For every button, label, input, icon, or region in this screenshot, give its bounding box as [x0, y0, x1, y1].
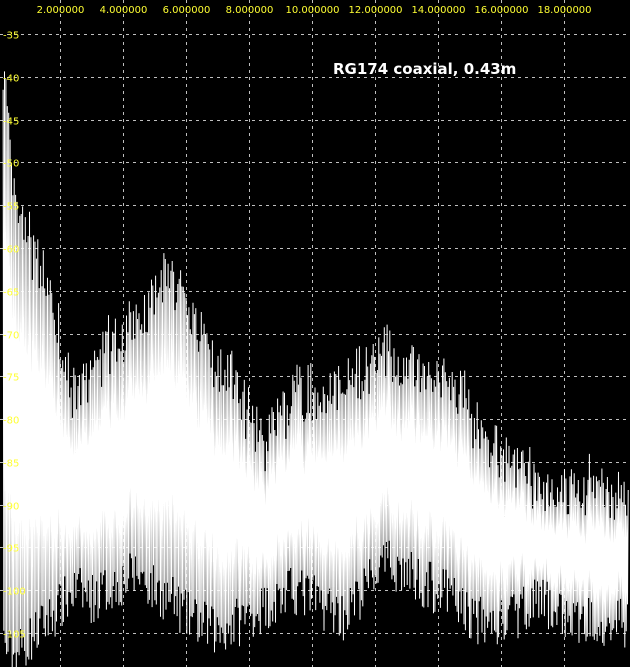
y-tick-label: -40 [3, 74, 19, 85]
x-tick-label: 14.000000 [411, 5, 465, 16]
x-tick-label: 6.000000 [163, 5, 211, 16]
y-tick-label: -80 [3, 416, 19, 427]
y-tick-label: -45 [3, 117, 19, 128]
x-tick-label: 12.000000 [348, 5, 402, 16]
y-tick-label: -65 [3, 288, 19, 299]
spectrum-chart: 2.000000 4.000000 6.000000 8.000000 10.00000… [0, 0, 630, 667]
y-tick-label: -50 [3, 159, 19, 170]
x-tick-label: 8.000000 [226, 5, 274, 16]
y-tick-label: -60 [3, 245, 19, 256]
x-tick-labels: 2.000000 4.000000 6.000000 8.000000 10.00000… [37, 5, 592, 16]
y-tick-label: -95 [3, 544, 19, 555]
y-tick-label: -85 [3, 459, 19, 470]
x-tick-label: 18.000000 [537, 5, 591, 16]
y-tick-label: -75 [3, 373, 19, 384]
y-tick-label: -105 [3, 630, 26, 641]
x-tick-label: 10.000000 [285, 5, 339, 16]
chart-title: RG174 coaxial, 0.43m [333, 60, 516, 78]
x-tick-label: 2.000000 [37, 5, 85, 16]
y-tick-label: -70 [3, 331, 19, 342]
y-tick-label: -35 [3, 31, 19, 42]
y-tick-label: -90 [3, 502, 19, 513]
y-tick-label: -100 [3, 587, 26, 598]
x-tick-label: 16.000000 [474, 5, 528, 16]
x-tick-label: 4.000000 [100, 5, 148, 16]
y-tick-label: -55 [3, 202, 19, 213]
